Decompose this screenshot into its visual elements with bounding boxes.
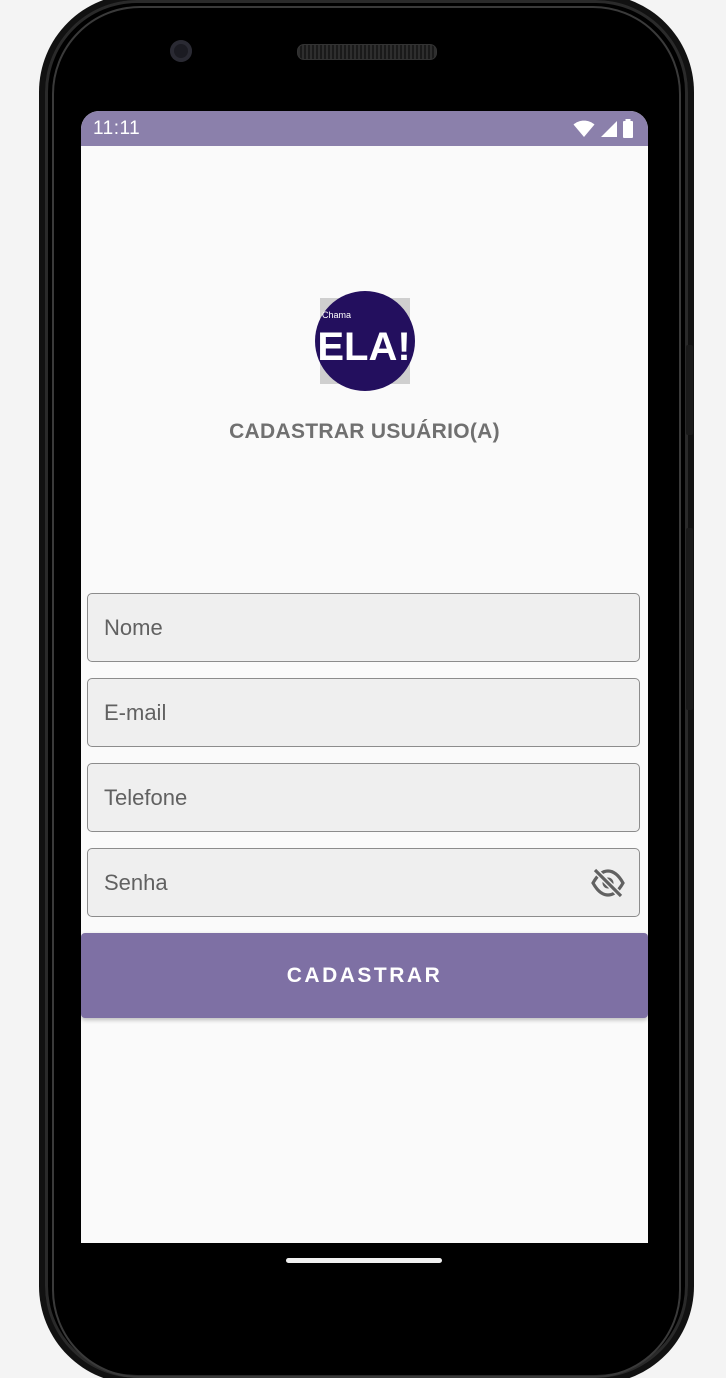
wifi-icon	[573, 120, 595, 137]
phone-field[interactable]	[87, 763, 640, 832]
front-camera	[170, 40, 192, 62]
phone-input[interactable]	[88, 764, 639, 831]
earpiece-speaker	[297, 44, 437, 60]
register-button[interactable]: CADASTRAR	[81, 933, 648, 1018]
email-input[interactable]	[88, 679, 639, 746]
power-button	[686, 345, 693, 435]
eye-off-icon[interactable]	[591, 868, 625, 898]
name-field[interactable]	[87, 593, 640, 662]
volume-button	[686, 528, 693, 710]
battery-icon	[623, 119, 633, 138]
password-input[interactable]	[88, 849, 639, 916]
status-icons	[573, 119, 634, 138]
status-time: 11:11	[93, 118, 141, 139]
password-field[interactable]	[87, 848, 640, 917]
cell-signal-icon	[601, 120, 617, 137]
name-input[interactable]	[88, 594, 639, 661]
email-field[interactable]	[87, 678, 640, 747]
logo-big-text: ELA!	[317, 325, 410, 369]
logo-small-text: Chama	[322, 310, 351, 320]
status-bar: 11:11	[81, 111, 648, 146]
page-title: CADASTRAR USUÁRIO(A)	[229, 420, 500, 443]
chama-ela-logo: Chama ELA!	[315, 291, 415, 391]
app-screen: 11:11 Chama ELA! CADASTRAR USUÁRIO(A) No…	[81, 111, 648, 1243]
home-indicator[interactable]	[286, 1258, 442, 1263]
